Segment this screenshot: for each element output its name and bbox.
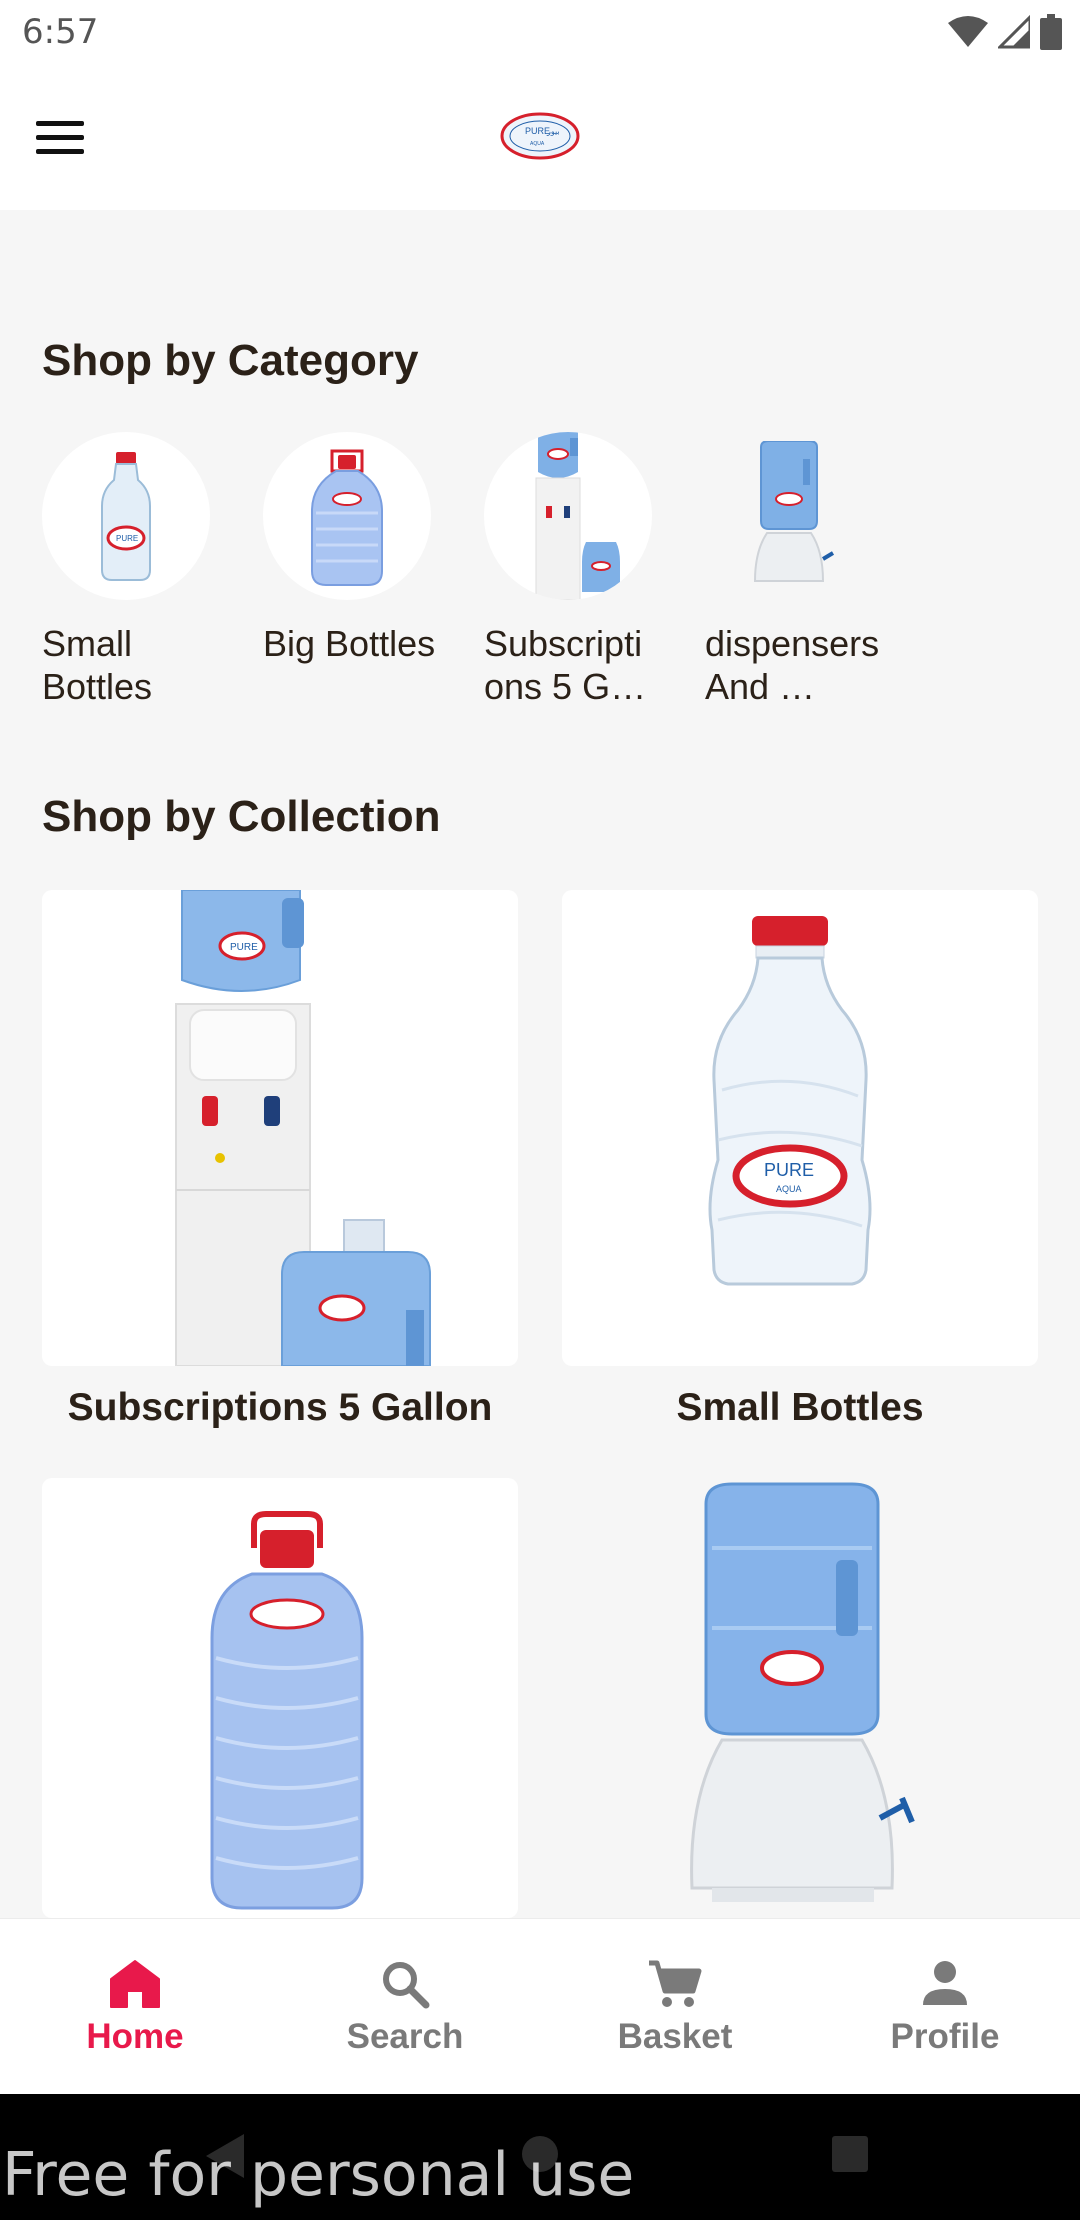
status-bar: 6:57: [0, 0, 1080, 64]
search-icon: [383, 1962, 430, 2009]
svg-text:PURE: PURE: [764, 1160, 814, 1180]
svg-text:PURE: PURE: [116, 534, 138, 543]
nav-label: Basket: [617, 2017, 733, 2056]
nav-search[interactable]: Search: [270, 1919, 540, 2094]
nav-profile[interactable]: Profile: [810, 1919, 1080, 2094]
small-bottle-image: PURE AQUA: [708, 916, 872, 1286]
wifi-icon: [948, 16, 988, 47]
category-label: Big Bottles: [263, 623, 436, 664]
top-app-bar: PURE بيور AQUA: [0, 64, 1080, 210]
status-time: 6:57: [22, 12, 99, 52]
collection-section-title: Shop by Collection: [42, 792, 441, 841]
svg-text:AQUA: AQUA: [776, 1184, 802, 1194]
collection-label: Small Bottles: [676, 1386, 924, 1429]
svg-text:PURE: PURE: [230, 942, 258, 953]
category-label: Small Bottles: [42, 623, 153, 707]
nav-label: Home: [86, 2017, 184, 2056]
svg-text:بيور: بيور: [546, 127, 560, 136]
big-bottle-image: [210, 1511, 364, 1910]
bottom-navigation: Home Search Basket Profile: [0, 1918, 1080, 2094]
nav-basket[interactable]: Basket: [540, 1919, 810, 2094]
water-cooler-image: [484, 432, 652, 600]
brand-logo[interactable]: PURE بيور AQUA: [500, 112, 580, 160]
watermark: Free for personal use: [2, 2140, 635, 2210]
collection-card-small-bottles[interactable]: PURE AQUA: [562, 890, 1038, 1366]
category-label: Subscriptions 5 G…: [484, 623, 647, 707]
recents-icon[interactable]: [830, 2134, 870, 2174]
nav-label: Search: [346, 2017, 464, 2056]
category-item-small-bottles[interactable]: PURE Small Bottles: [42, 432, 232, 708]
category-item-big-bottles[interactable]: Big Bottles: [263, 432, 453, 665]
dispenser-image: [705, 432, 873, 600]
home-icon: [110, 1960, 160, 2008]
nav-home[interactable]: Home: [0, 1919, 270, 2094]
water-cooler-image: PURE: [175, 890, 431, 1366]
category-item-dispensers[interactable]: dispensers And …: [705, 432, 895, 708]
collection-card-big-bottles[interactable]: [42, 1478, 518, 1918]
nav-label: Profile: [890, 2017, 1000, 2056]
category-section-title: Shop by Category: [42, 336, 419, 385]
collection-label: Subscriptions 5 Gallon: [67, 1386, 493, 1429]
dispenser-image: [690, 1482, 915, 1902]
battery-icon: [1040, 14, 1062, 50]
cart-icon: [649, 1960, 702, 2007]
status-icons: [948, 14, 1062, 50]
hamburger-menu-icon[interactable]: [36, 110, 100, 164]
collection-card-dispensers[interactable]: [562, 1478, 1038, 1918]
big-bottle-image: [263, 432, 431, 600]
signal-icon: [998, 15, 1030, 49]
person-icon: [923, 1961, 967, 2005]
category-label: dispensers And …: [705, 623, 880, 707]
svg-text:AQUA: AQUA: [530, 141, 545, 147]
category-item-subscriptions[interactable]: Subscriptions 5 G…: [484, 432, 674, 708]
small-bottle-image: PURE: [42, 432, 210, 600]
collection-card-subscriptions[interactable]: PURE: [42, 890, 518, 1366]
